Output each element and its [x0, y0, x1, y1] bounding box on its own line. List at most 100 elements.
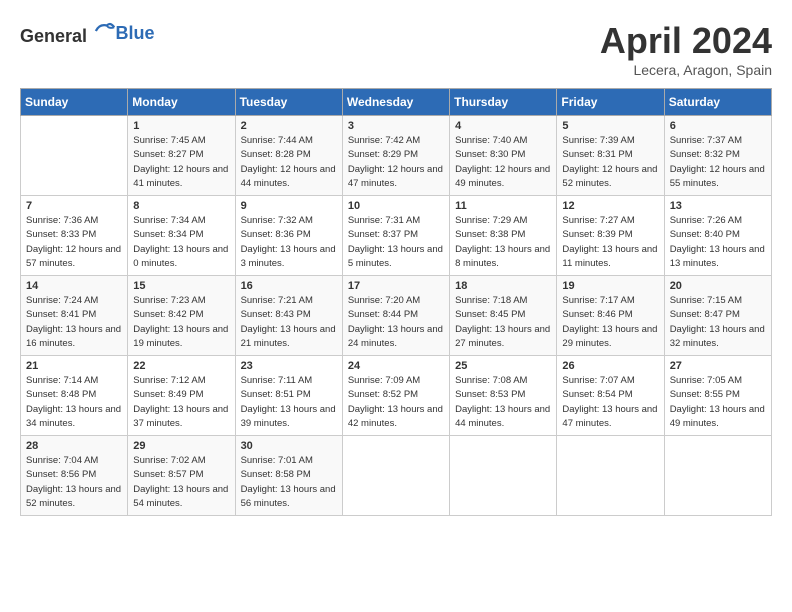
week-row-3: 14Sunrise: 7:24 AMSunset: 8:41 PMDayligh… [21, 276, 772, 356]
day-info: Sunrise: 7:44 AMSunset: 8:28 PMDaylight:… [241, 134, 337, 191]
day-number: 2 [241, 120, 337, 132]
day-number: 18 [455, 280, 551, 292]
calendar-cell: 6 Sunrise: 7:37 AMSunset: 8:32 PMDaylight… [664, 116, 771, 196]
calendar-cell: 11 Sunrise: 7:29 AMSunset: 8:38 PMDayligh… [450, 196, 557, 276]
calendar-cell: 10 Sunrise: 7:31 AMSunset: 8:37 PMDayligh… [342, 196, 449, 276]
header-cell-saturday: Saturday [664, 89, 771, 116]
title-area: April 2024 Lecera, Aragon, Spain [600, 20, 772, 78]
calendar-cell: 27Sunrise: 7:05 AMSunset: 8:55 PMDayligh… [664, 356, 771, 436]
week-row-5: 28Sunrise: 7:04 AMSunset: 8:56 PMDayligh… [21, 436, 772, 516]
day-number: 30 [241, 440, 337, 452]
calendar-cell: 19 Sunrise: 7:17 AMSunset: 8:46 PMDayligh… [557, 276, 664, 356]
calendar-header-row: SundayMondayTuesdayWednesdayThursdayFrid… [21, 89, 772, 116]
day-info: Sunrise: 7:14 AMSunset: 8:48 PMDaylight:… [26, 374, 122, 431]
calendar-cell: 24 Sunrise: 7:09 AMSunset: 8:52 PMDayligh… [342, 356, 449, 436]
day-info: Sunrise: 7:27 AMSunset: 8:39 PMDaylight:… [562, 214, 658, 271]
calendar-cell: 5 Sunrise: 7:39 AMSunset: 8:31 PMDaylight… [557, 116, 664, 196]
day-number: 8 [133, 200, 229, 212]
day-info: Sunrise: 7:07 AMSunset: 8:54 PMDaylight:… [562, 374, 658, 431]
day-info: Sunrise: 7:39 AMSunset: 8:31 PMDaylight:… [562, 134, 658, 191]
header-cell-tuesday: Tuesday [235, 89, 342, 116]
day-number: 13 [670, 200, 766, 212]
day-info: Sunrise: 7:17 AMSunset: 8:46 PMDaylight:… [562, 294, 658, 351]
header: General Blue April 2024 Lecera, Aragon, … [20, 20, 772, 78]
day-info: Sunrise: 7:08 AMSunset: 8:53 PMDaylight:… [455, 374, 551, 431]
header-cell-monday: Monday [128, 89, 235, 116]
calendar-cell [21, 116, 128, 196]
calendar-cell: 17Sunrise: 7:20 AMSunset: 8:44 PMDayligh… [342, 276, 449, 356]
day-info: Sunrise: 7:15 AMSunset: 8:47 PMDaylight:… [670, 294, 766, 351]
calendar-cell: 3Sunrise: 7:42 AMSunset: 8:29 PMDaylight… [342, 116, 449, 196]
calendar-cell: 2 Sunrise: 7:44 AMSunset: 8:28 PMDaylight… [235, 116, 342, 196]
header-cell-wednesday: Wednesday [342, 89, 449, 116]
calendar-table: SundayMondayTuesdayWednesdayThursdayFrid… [20, 88, 772, 516]
calendar-cell: 30Sunrise: 7:01 AMSunset: 8:58 PMDayligh… [235, 436, 342, 516]
header-cell-sunday: Sunday [21, 89, 128, 116]
day-info: Sunrise: 7:21 AMSunset: 8:43 PMDaylight:… [241, 294, 337, 351]
day-info: Sunrise: 7:36 AMSunset: 8:33 PMDaylight:… [26, 214, 122, 271]
calendar-cell [450, 436, 557, 516]
calendar-body: 1 Sunrise: 7:45 AMSunset: 8:27 PMDaylight… [21, 116, 772, 516]
day-number: 4 [455, 120, 551, 132]
day-info: Sunrise: 7:02 AMSunset: 8:57 PMDaylight:… [133, 454, 229, 511]
calendar-cell: 28Sunrise: 7:04 AMSunset: 8:56 PMDayligh… [21, 436, 128, 516]
day-number: 15 [133, 280, 229, 292]
calendar-cell: 12 Sunrise: 7:27 AMSunset: 8:39 PMDayligh… [557, 196, 664, 276]
calendar-cell: 22Sunrise: 7:12 AMSunset: 8:49 PMDayligh… [128, 356, 235, 436]
day-number: 12 [562, 200, 658, 212]
day-number: 1 [133, 120, 229, 132]
header-cell-thursday: Thursday [450, 89, 557, 116]
day-number: 28 [26, 440, 122, 452]
day-number: 5 [562, 120, 658, 132]
calendar-cell [342, 436, 449, 516]
calendar-cell [664, 436, 771, 516]
day-number: 27 [670, 360, 766, 372]
calendar-cell: 20 Sunrise: 7:15 AMSunset: 8:47 PMDayligh… [664, 276, 771, 356]
calendar-cell: 15 Sunrise: 7:23 AMSunset: 8:42 PMDayligh… [128, 276, 235, 356]
day-number: 23 [241, 360, 337, 372]
day-info: Sunrise: 7:09 AMSunset: 8:52 PMDaylight:… [348, 374, 444, 431]
day-info: Sunrise: 7:40 AMSunset: 8:30 PMDaylight:… [455, 134, 551, 191]
day-number: 11 [455, 200, 551, 212]
calendar-cell: 21 Sunrise: 7:14 AMSunset: 8:48 PMDayligh… [21, 356, 128, 436]
day-info: Sunrise: 7:32 AMSunset: 8:36 PMDaylight:… [241, 214, 337, 271]
day-number: 20 [670, 280, 766, 292]
calendar-cell: 14Sunrise: 7:24 AMSunset: 8:41 PMDayligh… [21, 276, 128, 356]
day-number: 25 [455, 360, 551, 372]
calendar-cell: 25 Sunrise: 7:08 AMSunset: 8:53 PMDayligh… [450, 356, 557, 436]
day-info: Sunrise: 7:45 AMSunset: 8:27 PMDaylight:… [133, 134, 229, 191]
week-row-2: 7 Sunrise: 7:36 AMSunset: 8:33 PMDaylight… [21, 196, 772, 276]
day-number: 3 [348, 120, 444, 132]
day-number: 10 [348, 200, 444, 212]
day-number: 21 [26, 360, 122, 372]
calendar-cell: 26 Sunrise: 7:07 AMSunset: 8:54 PMDayligh… [557, 356, 664, 436]
day-number: 6 [670, 120, 766, 132]
day-info: Sunrise: 7:24 AMSunset: 8:41 PMDaylight:… [26, 294, 122, 351]
location-title: Lecera, Aragon, Spain [600, 62, 772, 78]
day-number: 7 [26, 200, 122, 212]
calendar-cell: 29Sunrise: 7:02 AMSunset: 8:57 PMDayligh… [128, 436, 235, 516]
day-number: 17 [348, 280, 444, 292]
day-info: Sunrise: 7:26 AMSunset: 8:40 PMDaylight:… [670, 214, 766, 271]
logo: General Blue [20, 20, 155, 47]
calendar-cell: 7 Sunrise: 7:36 AMSunset: 8:33 PMDaylight… [21, 196, 128, 276]
calendar-cell: 23 Sunrise: 7:11 AMSunset: 8:51 PMDayligh… [235, 356, 342, 436]
calendar-cell: 13 Sunrise: 7:26 AMSunset: 8:40 PMDayligh… [664, 196, 771, 276]
calendar-cell: 8Sunrise: 7:34 AMSunset: 8:34 PMDaylight… [128, 196, 235, 276]
calendar-cell [557, 436, 664, 516]
calendar-cell: 18 Sunrise: 7:18 AMSunset: 8:45 PMDayligh… [450, 276, 557, 356]
calendar-cell: 1 Sunrise: 7:45 AMSunset: 8:27 PMDaylight… [128, 116, 235, 196]
logo-icon [94, 20, 116, 42]
day-info: Sunrise: 7:37 AMSunset: 8:32 PMDaylight:… [670, 134, 766, 191]
day-info: Sunrise: 7:18 AMSunset: 8:45 PMDaylight:… [455, 294, 551, 351]
day-info: Sunrise: 7:31 AMSunset: 8:37 PMDaylight:… [348, 214, 444, 271]
day-info: Sunrise: 7:23 AMSunset: 8:42 PMDaylight:… [133, 294, 229, 351]
day-info: Sunrise: 7:29 AMSunset: 8:38 PMDaylight:… [455, 214, 551, 271]
day-number: 24 [348, 360, 444, 372]
day-info: Sunrise: 7:11 AMSunset: 8:51 PMDaylight:… [241, 374, 337, 431]
day-number: 26 [562, 360, 658, 372]
day-number: 19 [562, 280, 658, 292]
day-number: 22 [133, 360, 229, 372]
calendar-cell: 9Sunrise: 7:32 AMSunset: 8:36 PMDaylight… [235, 196, 342, 276]
week-row-1: 1 Sunrise: 7:45 AMSunset: 8:27 PMDaylight… [21, 116, 772, 196]
